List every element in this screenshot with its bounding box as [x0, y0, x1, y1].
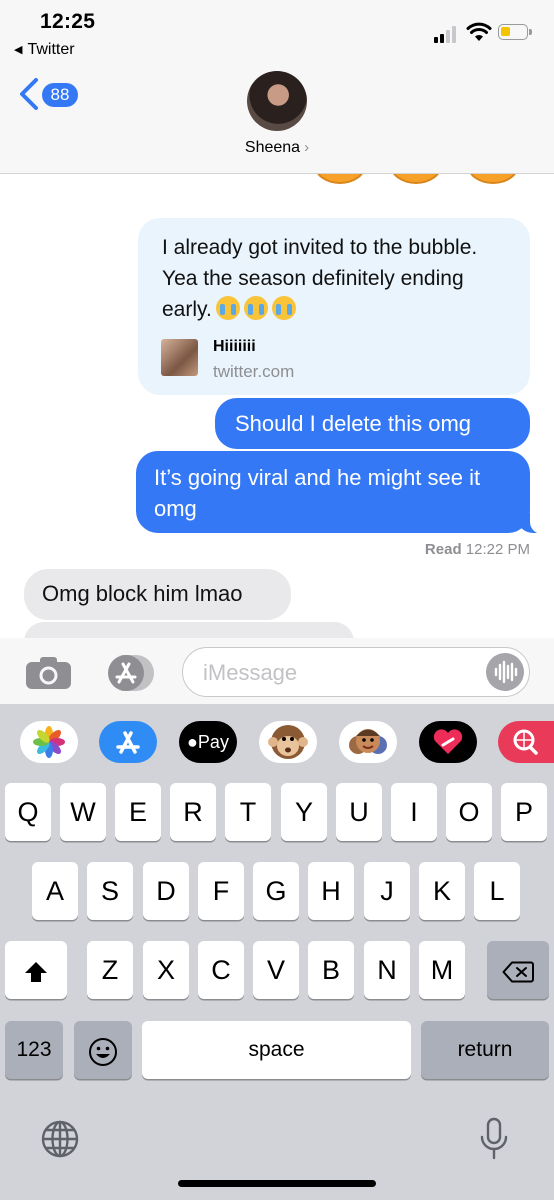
numbers-key[interactable]: 123 — [5, 1021, 63, 1079]
key-l[interactable]: L — [474, 862, 520, 920]
home-indicator[interactable] — [178, 1180, 376, 1187]
photos-app-icon[interactable] — [20, 721, 78, 763]
key-a[interactable]: A — [32, 862, 78, 920]
key-p[interactable]: P — [501, 783, 547, 841]
animoji-app-icon[interactable] — [259, 721, 317, 763]
read-receipt-label: Read — [424, 541, 462, 558]
key-h[interactable]: H — [308, 862, 354, 920]
sent-message[interactable]: It’s going viral and he might see it omg — [136, 451, 552, 534]
unread-count-badge[interactable]: 88 — [42, 83, 78, 107]
sent-message[interactable]: Should I delete this omg — [215, 398, 530, 449]
compose-bar: iMessage — [0, 638, 554, 704]
backspace-icon — [502, 961, 534, 983]
digital-touch-app-icon[interactable] — [419, 721, 477, 763]
read-receipt: Read 12:22 PM — [425, 541, 530, 558]
chevron-right-icon: › — [304, 139, 310, 156]
back-app-label: Twitter — [27, 41, 75, 58]
emoji-icon — [467, 174, 519, 184]
space-key[interactable]: space — [142, 1021, 411, 1079]
key-i[interactable]: I — [391, 783, 437, 841]
app-drawer: ●Pay — [0, 704, 554, 778]
emoji-key[interactable] — [74, 1021, 132, 1079]
key-k[interactable]: K — [419, 862, 465, 920]
cellular-signal-icon — [434, 25, 460, 43]
battery-icon — [498, 24, 532, 40]
key-m[interactable]: M — [419, 941, 465, 999]
emoji-icon — [390, 174, 442, 184]
apple-pay-app-icon[interactable]: ●Pay — [179, 721, 237, 763]
contact-name-button[interactable]: Sheena › — [0, 139, 554, 157]
key-b[interactable]: B — [308, 941, 354, 999]
audio-waveform-icon[interactable] — [486, 653, 524, 691]
contact-name: Sheena — [244, 139, 301, 156]
key-w[interactable]: W — [60, 783, 106, 841]
contact-avatar[interactable] — [247, 71, 307, 131]
key-j[interactable]: J — [364, 862, 410, 920]
link-title: Hiiiiiii — [213, 338, 256, 355]
key-v[interactable]: V — [253, 941, 299, 999]
link-domain: twitter.com — [213, 362, 295, 381]
wifi-icon — [466, 22, 492, 41]
key-f[interactable]: F — [198, 862, 244, 920]
keyboard: Q W E R T Y U I O P A S D F G H J K L Z … — [0, 778, 554, 1200]
link-preview-bubble[interactable]: I already got invited to the bubble. Yea… — [138, 218, 530, 395]
status-bar: 12:25 ◀ Twitter — [0, 0, 554, 70]
apple-logo-icon: ● — [187, 732, 198, 752]
key-u[interactable]: U — [336, 783, 382, 841]
message-thread[interactable]: I already got invited to the bubble. Yea… — [0, 174, 554, 638]
message-input-placeholder: iMessage — [203, 660, 298, 685]
message-input[interactable]: iMessage — [182, 647, 530, 697]
app-store-app-icon[interactable] — [99, 721, 157, 763]
emoji-icon — [314, 174, 366, 184]
return-key[interactable]: return — [421, 1021, 549, 1079]
received-message-partial[interactable] — [24, 622, 354, 638]
key-d[interactable]: D — [143, 862, 189, 920]
back-to-app-link[interactable]: ◀ Twitter — [14, 41, 75, 59]
key-q[interactable]: Q — [5, 783, 51, 841]
apple-pay-label: Pay — [197, 732, 229, 752]
key-y[interactable]: Y — [281, 783, 327, 841]
clock: 12:25 — [40, 10, 96, 33]
conversation-header: 88 Sheena › — [0, 70, 554, 174]
microphone-icon[interactable] — [478, 1117, 510, 1161]
key-t[interactable]: T — [225, 783, 271, 841]
sent-message-text: It’s going viral and he might see it omg — [154, 465, 481, 521]
shift-key[interactable] — [5, 941, 67, 999]
read-receipt-time: 12:22 PM — [465, 541, 530, 558]
app-store-icon[interactable] — [98, 653, 156, 693]
emoji-face-icon — [89, 1037, 117, 1066]
key-s[interactable]: S — [87, 862, 133, 920]
images-search-app-icon[interactable] — [498, 721, 554, 763]
shift-arrow-icon — [25, 961, 47, 982]
key-e[interactable]: E — [115, 783, 161, 841]
crying-face-icon — [271, 296, 296, 320]
camera-icon[interactable] — [25, 656, 72, 690]
key-r[interactable]: R — [170, 783, 216, 841]
delete-key[interactable] — [487, 941, 549, 999]
back-chevron-icon[interactable] — [16, 76, 42, 112]
back-triangle-icon: ◀ — [14, 44, 23, 56]
link-preview-message: I already got invited to the bubble. Yea… — [162, 232, 512, 325]
crying-face-icon — [243, 296, 268, 320]
memoji-app-icon[interactable] — [339, 721, 397, 763]
key-n[interactable]: N — [364, 941, 410, 999]
key-g[interactable]: G — [253, 862, 299, 920]
crying-face-icon — [215, 296, 240, 320]
received-message[interactable]: Omg block him lmao — [24, 569, 291, 620]
key-c[interactable]: C — [198, 941, 244, 999]
key-z[interactable]: Z — [87, 941, 133, 999]
link-preview-text: I already got invited to the bubble. Yea… — [162, 236, 478, 321]
key-o[interactable]: O — [446, 783, 492, 841]
key-x[interactable]: X — [143, 941, 189, 999]
globe-icon[interactable] — [40, 1119, 80, 1159]
link-thumbnail — [161, 339, 198, 376]
